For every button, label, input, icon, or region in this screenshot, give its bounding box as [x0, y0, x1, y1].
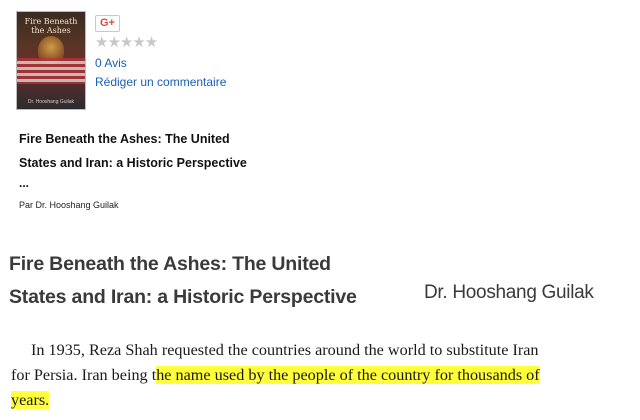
reviews-count-link[interactable]: 0 Avis — [95, 56, 127, 70]
excerpt-title-line-1: Fire Beneath the Ashes: The United — [9, 253, 331, 275]
title-ellipsis: ... — [19, 176, 30, 190]
book-title-line-2: States and Iran: a Historic Perspective — [19, 156, 247, 170]
write-review-link[interactable]: Rédiger un commentaire — [95, 75, 226, 89]
book-title-line-1: Fire Beneath the Ashes: The United — [19, 132, 230, 146]
cover-author-text: Dr. Hooshang Guilak — [27, 99, 75, 105]
book-author: Par Dr. Hooshang Guilak — [19, 200, 119, 210]
cover-flag-stripes — [17, 58, 85, 84]
excerpt-author: Dr. Hooshang Guilak — [424, 282, 594, 303]
highlighted-text: he name used by the people of the countr… — [156, 366, 540, 384]
google-plus-icon: G+ — [100, 17, 115, 29]
excerpt-paragraph: In 1935, Reza Shah requested the countri… — [11, 338, 636, 413]
book-title[interactable]: Fire Beneath the Ashes: The United State… — [19, 127, 247, 175]
paragraph-line-1: In 1935, Reza Shah requested the countri… — [31, 341, 539, 359]
paragraph-line-2: for Persia. Iran being the name used by … — [11, 363, 636, 388]
excerpt-title-line-2: States and Iran: a Historic Perspective — [9, 286, 357, 308]
paragraph-line-3: years. — [11, 388, 636, 413]
excerpt-title: Fire Beneath the Ashes: The United State… — [9, 248, 357, 314]
book-cover-image[interactable]: Fire Beneath the Ashes Dr. Hooshang Guil… — [17, 12, 85, 109]
google-plus-share-button[interactable]: G+ — [95, 15, 120, 32]
star-rating[interactable]: ★★★★★ — [95, 33, 158, 51]
cover-title-text: Fire Beneath the Ashes — [24, 17, 78, 35]
highlighted-text-end: years. — [11, 391, 50, 409]
paragraph-line-2-text: for Persia. Iran being t — [11, 366, 157, 384]
